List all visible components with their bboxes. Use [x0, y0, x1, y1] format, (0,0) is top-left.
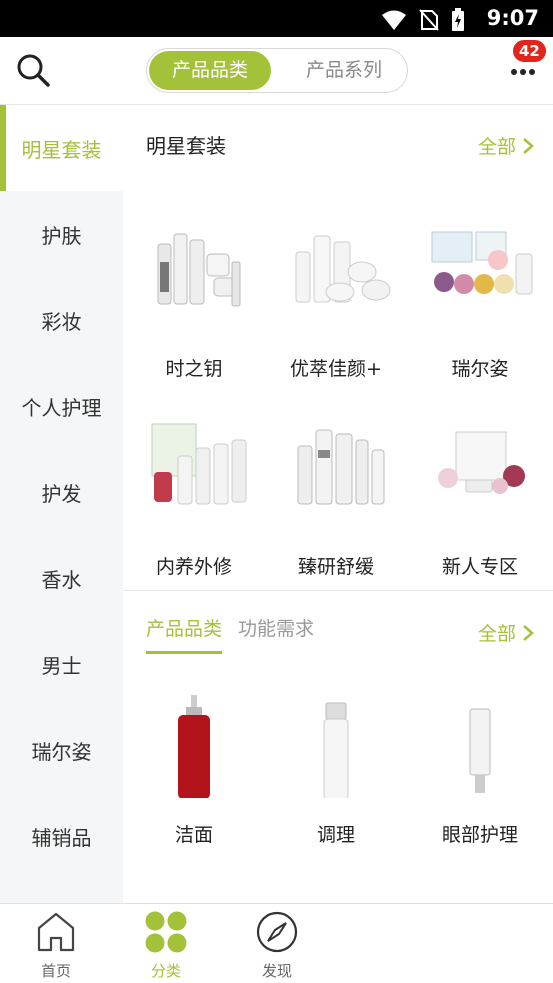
product-set-card[interactable]: 优萃佳颜+: [266, 222, 406, 381]
section-title: 明星套装: [146, 134, 226, 158]
category-subtabs: 产品品类 功能需求: [146, 614, 314, 654]
tab-label: 发现: [261, 962, 292, 980]
product-image: [297, 429, 385, 505]
tab-label: 分类: [150, 962, 181, 980]
product-image: [323, 702, 349, 800]
sidebar-item-makeup[interactable]: 彩妆: [0, 277, 123, 363]
product-set-label: 瑞尔姿: [451, 358, 509, 380]
category-card[interactable]: 调理: [266, 688, 406, 847]
wifi-icon: [382, 10, 406, 30]
home-icon: [37, 912, 75, 952]
product-set-card[interactable]: 内养外修: [124, 420, 264, 579]
sidebar-item-label: 明星套装: [21, 137, 102, 162]
product-set-card[interactable]: 时之钥: [124, 222, 264, 381]
sidebar-item-perfume[interactable]: 香水: [0, 535, 123, 621]
product-image: [157, 233, 241, 307]
battery-charging-icon: [452, 8, 464, 31]
product-image: [431, 231, 533, 295]
tab-discover[interactable]: 发现: [237, 910, 317, 981]
product-set-card[interactable]: 新人专区: [410, 420, 550, 579]
sidebar-item-label: 瑞尔姿: [31, 739, 92, 764]
product-set-label: 新人专区: [441, 556, 518, 578]
sidebar-item-label: 个人护理: [21, 395, 102, 420]
product-image: [295, 235, 391, 303]
sidebar-item-label: 护肤: [41, 223, 82, 248]
sidebar-item-haircare[interactable]: 护发: [0, 449, 123, 535]
product-image: [469, 708, 491, 793]
search-icon[interactable]: [14, 51, 54, 91]
category-card[interactable]: 眼部护理: [410, 688, 550, 847]
top-segmented-control: 产品品类 产品系列: [146, 48, 408, 93]
view-all-label: 全部: [478, 136, 517, 158]
tab-home[interactable]: 首页: [16, 910, 96, 981]
sidebar-item-label: 辅销品: [31, 825, 92, 850]
sidebar-item-label: 香水: [41, 567, 82, 592]
subtab-product-category[interactable]: 产品品类: [146, 614, 223, 654]
product-set-card[interactable]: 臻研舒缓: [266, 420, 406, 579]
sidebar-item-skincare[interactable]: 护肤: [0, 191, 123, 277]
tab-label: 首页: [40, 962, 71, 980]
sidebar-item-ruierzi[interactable]: 瑞尔姿: [0, 707, 123, 793]
chevron-right-icon: [523, 624, 534, 641]
tab-product-category[interactable]: 产品品类: [149, 51, 271, 90]
category-grid-icon: [145, 911, 187, 953]
sidebar-item-label: 护发: [41, 481, 82, 506]
status-time: 9:07: [486, 6, 539, 30]
product-image: [178, 695, 210, 799]
sidebar-item-men[interactable]: 男士: [0, 621, 123, 707]
notification-badge: 42: [511, 38, 548, 64]
chevron-right-icon: [523, 137, 534, 154]
product-set-label: 臻研舒缓: [297, 556, 374, 578]
view-all-link[interactable]: 全部: [478, 132, 534, 159]
category-card[interactable]: 洁面: [124, 688, 264, 847]
product-set-label: 时之钥: [165, 358, 223, 380]
subtab-function-needs[interactable]: 功能需求: [238, 614, 314, 654]
tab-product-series[interactable]: 产品系列: [283, 51, 405, 90]
product-set-label: 优萃佳颜+: [290, 358, 382, 380]
top-header: 产品品类 产品系列: [0, 37, 553, 105]
category-label: 眼部护理: [441, 824, 518, 846]
view-all-link[interactable]: 全部: [478, 619, 534, 646]
no-sim-icon: [419, 9, 439, 31]
product-image: [151, 423, 247, 505]
sidebar-item-label: 彩妆: [41, 309, 82, 334]
section-divider: [123, 590, 553, 591]
compass-icon: [256, 911, 298, 953]
product-set-card[interactable]: 瑞尔姿: [410, 222, 550, 381]
sidebar-item-star-sets[interactable]: 明星套装: [0, 105, 123, 191]
status-icons: [381, 8, 465, 32]
status-bar: 9:07: [0, 0, 553, 37]
sidebar-item-label: 男士: [41, 653, 82, 678]
bottom-tab-bar: 首页 分类 发现: [0, 903, 553, 983]
product-image: [438, 431, 525, 494]
view-all-label: 全部: [478, 623, 517, 645]
tab-category[interactable]: 分类: [126, 910, 206, 981]
category-sidebar: 明星套装 护肤 彩妆 个人护理 护发 香水 男士 瑞尔姿 辅销品: [0, 105, 123, 903]
sidebar-item-personal-care[interactable]: 个人护理: [0, 363, 123, 449]
product-set-label: 内养外修: [155, 556, 232, 578]
category-label: 调理: [316, 824, 355, 846]
sidebar-item-auxiliary[interactable]: 辅销品: [0, 793, 123, 879]
category-label: 洁面: [174, 824, 213, 846]
